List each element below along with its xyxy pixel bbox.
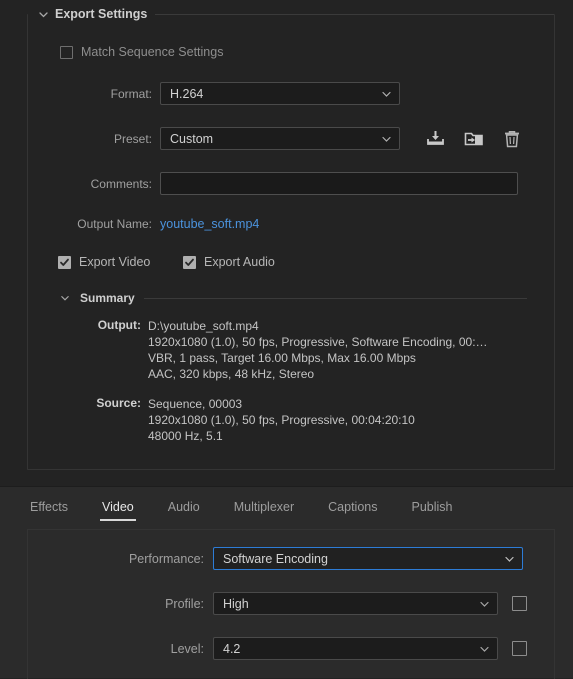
export-settings-panel: Export Settings Match Sequence Settings … [0, 0, 573, 486]
export-video-checkbox[interactable] [58, 255, 71, 269]
match-sequence-settings-checkbox[interactable] [60, 45, 73, 59]
profile-value: High [223, 596, 249, 611]
level-dropdown[interactable]: 4.2 [213, 637, 498, 660]
tab-bar: Effects Video Audio Multiplexer Captions… [0, 487, 573, 529]
level-value: 4.2 [223, 641, 241, 656]
bottom-panel: Effects Video Audio Multiplexer Captions… [0, 486, 573, 679]
chevron-down-icon [381, 133, 392, 144]
preset-dropdown[interactable]: Custom [160, 127, 400, 150]
export-video-label: Export Video [79, 255, 151, 269]
save-preset-icon[interactable] [425, 128, 447, 150]
format-label: Format: [110, 86, 152, 101]
output-name-row: Output Name: youtube_soft.mp4 [60, 217, 259, 231]
tab-publish[interactable]: Publish [398, 496, 467, 521]
profile-row: Profile: High [58, 592, 527, 615]
summary-output-key: Output: [97, 318, 141, 332]
summary-rule [143, 297, 527, 299]
tab-multiplexer[interactable]: Multiplexer [220, 496, 308, 521]
header-rule [155, 13, 554, 15]
summary-source-line: 1920x1080 (1.0), 50 fps, Progressive, 00… [148, 413, 415, 427]
export-settings-header[interactable]: Export Settings [27, 0, 555, 28]
export-video-row[interactable]: Export Video [58, 255, 150, 269]
preset-value: Custom [170, 131, 214, 146]
summary-output-values: D:\youtube_soft.mp4 1920x1080 (1.0), 50 … [148, 318, 488, 382]
performance-label: Performance: [128, 551, 204, 566]
preset-label: Preset: [113, 131, 152, 146]
summary-output-line: VBR, 1 pass, Target 16.00 Mbps, Max 16.0… [148, 351, 416, 365]
preset-row: Preset: Custom [60, 127, 400, 150]
summary-source-line: 48000 Hz, 5.1 [148, 429, 223, 443]
tab-effects[interactable]: Effects [16, 496, 82, 521]
performance-value: Software Encoding [223, 551, 328, 566]
format-value: H.264 [170, 86, 204, 101]
panel-title: Export Settings [55, 7, 148, 21]
export-audio-label: Export Audio [204, 255, 275, 269]
chevron-down-icon [381, 88, 392, 99]
import-preset-icon[interactable] [463, 128, 485, 150]
comments-row: Comments: [60, 172, 518, 195]
delete-preset-icon[interactable] [501, 128, 523, 150]
match-sequence-settings-label: Match Sequence Settings [81, 45, 224, 59]
chevron-down-icon [504, 553, 515, 564]
summary-header[interactable]: Summary [60, 291, 528, 305]
profile-dropdown[interactable]: High [213, 592, 498, 615]
summary-output-line: D:\youtube_soft.mp4 [148, 319, 259, 333]
summary-output-line: AAC, 320 kbps, 48 kHz, Stereo [148, 367, 315, 381]
preset-actions [425, 128, 523, 150]
export-audio-checkbox[interactable] [183, 255, 196, 269]
chevron-down-icon[interactable] [33, 9, 53, 20]
performance-row: Performance: Software Encoding [58, 547, 523, 570]
summary-source-line: Sequence, 00003 [148, 397, 243, 411]
summary-title: Summary [80, 291, 135, 305]
output-name-label: Output Name: [77, 217, 152, 231]
level-row: Level: 4.2 [58, 637, 527, 660]
summary-source-block: Source: Sequence, 00003 1920x1080 (1.0),… [80, 396, 415, 444]
format-dropdown[interactable]: H.264 [160, 82, 400, 105]
comments-input[interactable] [160, 172, 518, 195]
chevron-down-icon[interactable] [60, 293, 78, 303]
profile-render-checkbox[interactable] [512, 596, 527, 611]
comments-label: Comments: [90, 176, 152, 191]
profile-label: Profile: [165, 596, 204, 611]
output-name-link[interactable]: youtube_soft.mp4 [160, 217, 259, 231]
tab-video[interactable]: Video [88, 496, 148, 521]
match-sequence-settings-row[interactable]: Match Sequence Settings [60, 45, 223, 59]
format-row: Format: H.264 [60, 82, 400, 105]
chevron-down-icon [479, 643, 490, 654]
summary-output-line: 1920x1080 (1.0), 50 fps, Progressive, So… [148, 335, 488, 349]
level-label: Level: [170, 641, 204, 656]
chevron-down-icon [479, 598, 490, 609]
summary-source-values: Sequence, 00003 1920x1080 (1.0), 50 fps,… [148, 396, 415, 444]
performance-dropdown[interactable]: Software Encoding [213, 547, 523, 570]
summary-output-block: Output: D:\youtube_soft.mp4 1920x1080 (1… [80, 318, 488, 382]
level-render-checkbox[interactable] [512, 641, 527, 656]
summary-source-key: Source: [96, 396, 141, 410]
tab-audio[interactable]: Audio [154, 496, 214, 521]
tab-captions[interactable]: Captions [314, 496, 391, 521]
export-audio-row[interactable]: Export Audio [183, 255, 275, 269]
